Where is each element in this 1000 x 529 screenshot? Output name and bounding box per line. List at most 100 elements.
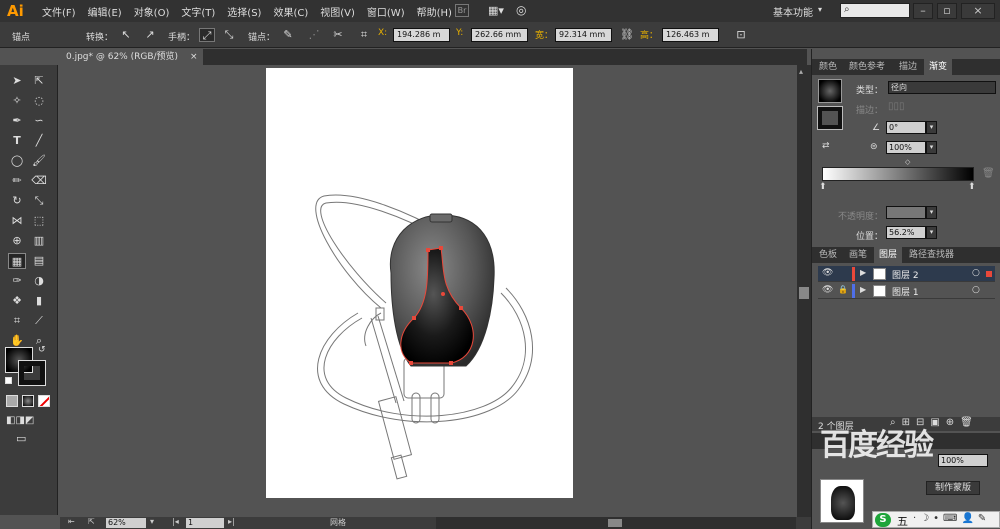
perspective-grid-tool-icon[interactable]: ▥ (30, 233, 48, 249)
export-icon[interactable]: ⇱ (88, 517, 95, 526)
artboard-nav-icon[interactable]: ⇤ (68, 517, 75, 526)
curvature-tool-icon[interactable]: ∽ (30, 113, 48, 129)
menu-edit[interactable]: 编辑(E) (82, 4, 128, 19)
canvas-area[interactable] (60, 65, 797, 517)
aspect-dropdown[interactable]: ▾ (926, 141, 937, 154)
search-input[interactable]: ⌕ (840, 3, 910, 18)
shape-builder-tool-icon[interactable]: ⊕ (8, 233, 26, 249)
pencil-tool-icon[interactable]: ✏ (8, 173, 26, 189)
layer-name[interactable]: 图层 1 (892, 285, 919, 298)
connect-anchors-icon[interactable]: ⋰ (306, 28, 322, 42)
ime-tools-icons[interactable]: ·☽•⌨👤✎ (913, 513, 990, 524)
symbol-sprayer-tool-icon[interactable]: ❖ (8, 293, 26, 309)
gradient-stroke-swatch[interactable] (817, 106, 843, 130)
gradient-mode-icon[interactable] (22, 395, 34, 407)
menu-select[interactable]: 选择(S) (221, 4, 267, 19)
next-page-icon[interactable]: ▸| (228, 517, 235, 526)
eye-icon[interactable]: 👁 (822, 268, 833, 278)
aspect-ratio-field[interactable]: 100% (886, 141, 926, 154)
zoom-field[interactable]: 62% (106, 518, 146, 528)
eraser-tool-icon[interactable]: ⌫ (30, 173, 48, 189)
navigator-thumbnail[interactable] (820, 479, 864, 523)
menu-window[interactable]: 窗口(W) (361, 4, 411, 19)
convert-corner-icon[interactable]: ↖ (118, 28, 134, 42)
isolate-points-icon[interactable]: ⌗ (356, 28, 372, 42)
selection-indicator[interactable] (986, 271, 992, 277)
expand-layer-icon[interactable]: ▶ (860, 285, 866, 294)
menu-help[interactable]: 帮助(H) (411, 4, 458, 19)
tab-color[interactable]: 颜色 (814, 59, 842, 75)
x-field[interactable]: 194.286 m (393, 28, 450, 42)
delete-stop-icon[interactable]: 🗑 (982, 168, 995, 179)
menu-effect[interactable]: 效果(C) (267, 4, 314, 19)
eyedropper-tool-icon[interactable]: ✑ (8, 273, 26, 289)
screen-mode-icon[interactable]: ▭ (16, 433, 36, 445)
pen-tool-icon[interactable]: ✒ (8, 113, 26, 129)
line-tool-icon[interactable]: ╱ (30, 133, 48, 149)
gradient-preview[interactable] (818, 79, 842, 103)
constrain-proportions-icon[interactable]: ⛓ (619, 28, 635, 42)
chevron-down-icon[interactable]: ▾ (818, 5, 822, 14)
tab-color-guide[interactable]: 颜色参考 (844, 59, 890, 75)
location-dropdown[interactable]: ▾ (926, 226, 937, 239)
convert-smooth-icon[interactable]: ↗ (142, 28, 158, 42)
maximize-button[interactable]: ▫ (937, 3, 957, 19)
scroll-thumb[interactable] (799, 287, 809, 299)
gradient-type-select[interactable]: 径向 (888, 81, 996, 94)
swap-colors-icon[interactable]: ↺ (38, 345, 46, 355)
gradient-stop-black[interactable]: ⬆ (968, 182, 976, 192)
scale-tool-icon[interactable]: ⤡ (30, 193, 48, 209)
location-field[interactable]: 56.2% (886, 226, 926, 239)
rotate-tool-icon[interactable]: ↻ (8, 193, 26, 209)
blend-tool-icon[interactable]: ◑ (30, 273, 48, 289)
minimize-button[interactable]: – (913, 3, 933, 19)
tab-pathfinder[interactable]: 路径查找器 (904, 247, 959, 263)
hide-handles-icon[interactable]: ⤡ (221, 28, 237, 42)
bridge-icon[interactable]: Br (455, 4, 469, 17)
tab-gradient[interactable]: 渐变 (924, 59, 953, 75)
opacity-dropdown[interactable]: ▾ (926, 206, 937, 219)
lock-icon[interactable]: 🔒 (838, 285, 848, 294)
close-tab-icon[interactable]: × (190, 49, 198, 65)
angle-field[interactable]: 0° (886, 121, 926, 134)
drawing-modes-icon[interactable]: ◧◨◩ (6, 415, 48, 427)
stroke-swatch[interactable] (18, 360, 46, 386)
artboard[interactable] (266, 68, 573, 498)
remove-anchor-icon[interactable]: ✎ (280, 28, 296, 42)
show-handles-icon[interactable]: ⤢ (199, 28, 215, 42)
status-mode[interactable]: 网格 (330, 517, 346, 528)
ime-mode[interactable]: 五 (897, 513, 908, 529)
layer-row[interactable]: 👁 🔒 ▶ 图层 1 ○ (818, 283, 995, 299)
opacity-field[interactable] (886, 206, 926, 219)
lasso-tool-icon[interactable]: ◌ (30, 93, 48, 109)
artwork[interactable] (266, 68, 573, 498)
eye-icon[interactable]: 👁 (822, 285, 833, 295)
paintbrush-tool-icon[interactable]: 🖌 (30, 153, 48, 169)
workspace-switcher[interactable]: 基本功能 (773, 4, 813, 19)
page-field[interactable]: 1 (186, 518, 224, 528)
color-mode-icon[interactable] (6, 395, 18, 407)
gradient-stop-white[interactable]: ⬆ (819, 182, 827, 192)
target-icon[interactable]: ○ (972, 268, 980, 278)
height-field[interactable]: 126.463 m (662, 28, 719, 42)
default-colors-icon[interactable] (5, 377, 12, 384)
ellipse-tool-icon[interactable]: ◯ (8, 153, 26, 169)
cut-path-icon[interactable]: ✂ (330, 28, 346, 42)
tab-brushes[interactable]: 画笔 (844, 247, 872, 263)
gradient-slider[interactable] (822, 167, 974, 181)
column-graph-tool-icon[interactable]: ▮ (30, 293, 48, 309)
y-field[interactable]: 262.66 mm (471, 28, 528, 42)
type-tool-icon[interactable]: T (8, 133, 26, 149)
tab-layers[interactable]: 图层 (874, 247, 903, 263)
width-tool-icon[interactable]: ⋈ (8, 213, 26, 229)
menu-file[interactable]: 文件(F) (36, 4, 82, 19)
arrange-documents-icon[interactable]: ▦▾ (488, 4, 508, 17)
vertical-scrollbar[interactable]: ▴ (797, 65, 811, 517)
menu-object[interactable]: 对象(O) (128, 4, 176, 19)
layer-name[interactable]: 图层 2 (892, 268, 919, 281)
zoom-dropdown-icon[interactable]: ▾ (150, 517, 154, 526)
none-mode-icon[interactable] (38, 395, 50, 407)
first-page-icon[interactable]: |◂ (172, 517, 179, 526)
target-icon[interactable]: ○ (972, 285, 980, 295)
width-field[interactable]: 92.314 mm (555, 28, 612, 42)
